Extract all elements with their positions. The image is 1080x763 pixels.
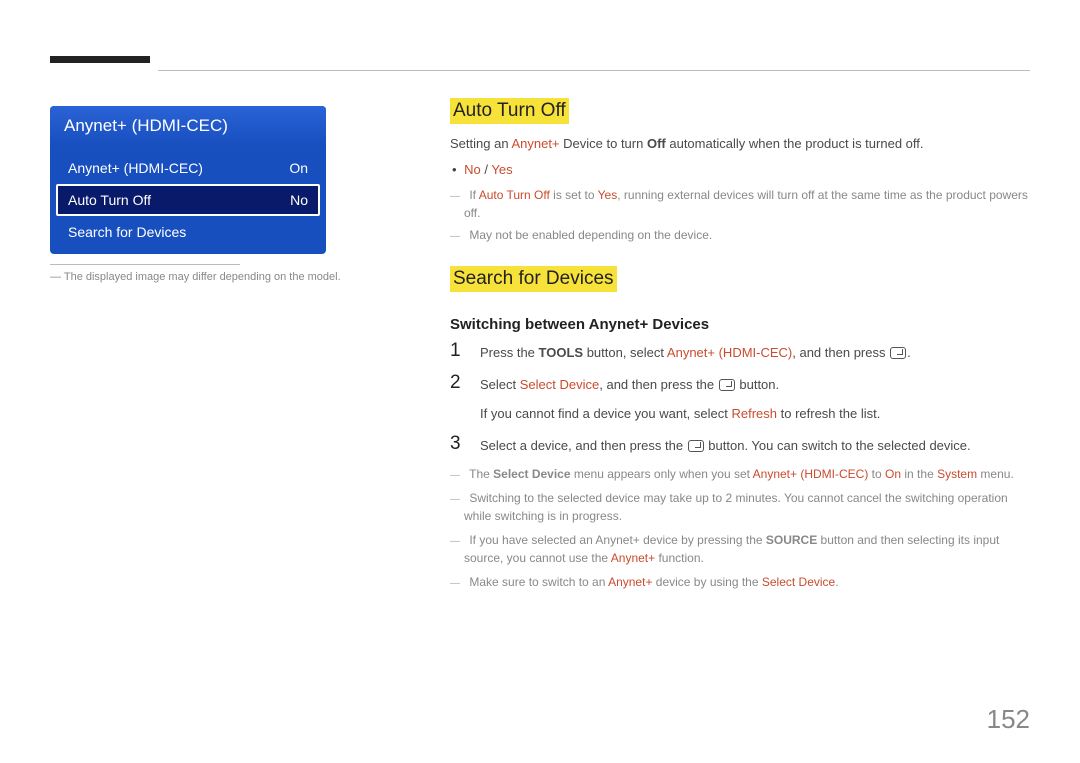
- osd-menu-item-value: On: [289, 160, 308, 176]
- steps-list: 1 Press the TOOLS button, select Anynet+…: [450, 341, 1030, 455]
- enter-icon: [688, 440, 704, 452]
- section2-note4: Make sure to switch to an Anynet+ device…: [464, 573, 1030, 591]
- osd-menu-item-label: Search for Devices: [68, 224, 186, 240]
- top-tab-marker: [50, 56, 150, 63]
- top-divider: [158, 70, 1030, 71]
- osd-menu-item-auto-turn-off[interactable]: Auto Turn Off No: [56, 184, 320, 216]
- enter-icon: [890, 347, 906, 359]
- section1-options: No / Yes: [464, 160, 1030, 180]
- page-number: 152: [987, 704, 1030, 735]
- osd-menu-title: Anynet+ (HDMI-CEC): [50, 106, 326, 146]
- osd-menu-item-label: Auto Turn Off: [68, 192, 151, 208]
- section-search-devices: Search for Devices Switching between Any…: [450, 266, 1030, 591]
- section2-note2: Switching to the selected device may tak…: [464, 489, 1030, 525]
- left-column: Anynet+ (HDMI-CEC) Anynet+ (HDMI-CEC) On…: [50, 60, 350, 597]
- section2-note3: If you have selected an Anynet+ device b…: [464, 531, 1030, 567]
- section2-subheading: Switching between Anynet+ Devices: [450, 316, 1030, 333]
- caption-divider: [50, 264, 240, 265]
- osd-menu-card: Anynet+ (HDMI-CEC) Anynet+ (HDMI-CEC) On…: [50, 106, 326, 254]
- section1-note2: May not be enabled depending on the devi…: [464, 226, 1030, 244]
- step-number: 2: [450, 373, 480, 392]
- osd-menu-item-anynet[interactable]: Anynet+ (HDMI-CEC) On: [56, 152, 320, 184]
- section-title-auto-turn-off: Auto Turn Off: [450, 98, 569, 124]
- osd-menu-item-value: No: [290, 192, 308, 208]
- step-1: 1 Press the TOOLS button, select Anynet+…: [450, 341, 1030, 363]
- osd-menu-item-search-devices[interactable]: Search for Devices: [56, 216, 320, 248]
- step-number: 1: [450, 341, 480, 360]
- step-3: 3 Select a device, and then press the bu…: [450, 434, 1030, 456]
- right-column: Auto Turn Off Setting an Anynet+ Device …: [350, 60, 1030, 597]
- section2-notes: The Select Device menu appears only when…: [450, 465, 1030, 591]
- section1-description: Setting an Anynet+ Device to turn Off au…: [450, 134, 1030, 154]
- menu-footnote: ― The displayed image may differ dependi…: [50, 271, 350, 283]
- step-2: 2 Select Select Device, and then press t…: [450, 373, 1030, 424]
- section-title-search-devices: Search for Devices: [450, 266, 617, 292]
- section2-note1: The Select Device menu appears only when…: [464, 465, 1030, 483]
- step-number: 3: [450, 434, 480, 453]
- section1-note1: If Auto Turn Off is set to Yes, running …: [464, 186, 1030, 222]
- enter-icon: [719, 379, 735, 391]
- osd-menu-item-label: Anynet+ (HDMI-CEC): [68, 160, 203, 176]
- list-item: No / Yes: [464, 160, 1030, 180]
- section-auto-turn-off: Auto Turn Off Setting an Anynet+ Device …: [450, 98, 1030, 244]
